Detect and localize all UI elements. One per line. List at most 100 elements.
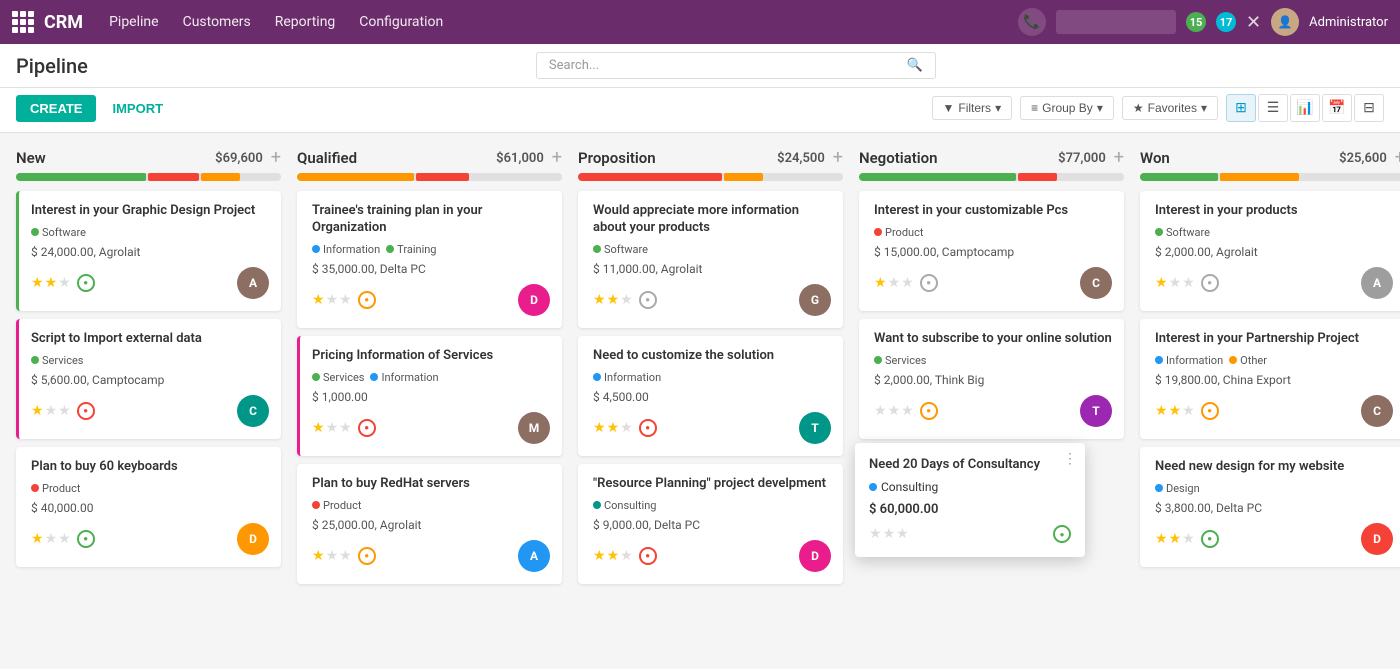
view-icons: ⊞ ☰ 📊 📅 ⊟	[1226, 94, 1384, 122]
star: ★	[45, 531, 58, 547]
chart-view-icon[interactable]: 📊	[1290, 94, 1320, 122]
card-tags: Product	[31, 482, 269, 495]
app-grid-icon[interactable]	[12, 11, 34, 33]
kanban-card[interactable]: Need to customize the solution Informati…	[578, 336, 843, 456]
kanban-card[interactable]: Plan to buy RedHat servers Product $ 25,…	[297, 464, 562, 584]
card-title: Trainee's training plan in your Organiza…	[312, 203, 550, 237]
star: ★	[874, 403, 887, 419]
col-add-qualified[interactable]: +	[552, 149, 562, 167]
tag-label: Information	[381, 371, 438, 384]
tag-label: Information	[604, 371, 661, 384]
tag-label: Product	[323, 499, 361, 512]
user-name[interactable]: Administrator	[1309, 15, 1388, 30]
kanban-card[interactable]: "Resource Planning" project develpment C…	[578, 464, 843, 584]
menu-pipeline[interactable]: Pipeline	[107, 10, 161, 34]
card-stars: ★★★	[593, 292, 633, 308]
search-box[interactable]: Search... 🔍	[536, 52, 936, 79]
kanban-card[interactable]: Script to Import external data Services …	[16, 319, 281, 439]
star: ★	[1155, 403, 1168, 419]
import-button[interactable]: IMPORT	[104, 95, 171, 122]
card-title: Interest in your products	[1155, 203, 1393, 220]
tag-label: Software	[604, 243, 648, 256]
favorites-button[interactable]: ★ Favorites ▾	[1122, 96, 1218, 120]
card-tag: Design	[1155, 482, 1200, 495]
card-stars: ★★★	[312, 548, 352, 564]
col-title-qualified: Qualified	[297, 149, 357, 167]
kanban-card[interactable]: Want to subscribe to your online solutio…	[859, 319, 1124, 439]
kanban-card[interactable]: Need new design for my website Design $ …	[1140, 447, 1400, 567]
card-tags: Consulting	[593, 499, 831, 512]
tag-dot	[31, 356, 39, 364]
card-tags: Services	[31, 354, 269, 367]
page-title: Pipeline	[16, 54, 88, 78]
tag-dot	[874, 228, 882, 236]
menu-customers[interactable]: Customers	[181, 10, 253, 34]
progress-bar-won	[1140, 173, 1400, 181]
kanban-view-icon[interactable]: ⊞	[1226, 94, 1256, 122]
progress-bar-qualified	[297, 173, 562, 181]
card-footer: ★★★ ● A	[312, 540, 550, 572]
close-icon[interactable]: ✕	[1246, 12, 1261, 33]
list-view-icon[interactable]: ☰	[1258, 94, 1288, 122]
card-title: Need to customize the solution	[593, 348, 831, 365]
notification-badge-1[interactable]: 15	[1186, 12, 1206, 32]
card-footer: ★★★ ● D	[31, 523, 269, 555]
kanban-card[interactable]: Plan to buy 60 keyboards Product $ 40,00…	[16, 447, 281, 567]
col-add-negotiation[interactable]: +	[1114, 149, 1124, 167]
priority-icon: ●	[1201, 530, 1219, 548]
card-amount: $ 25,000.00, Agrolait	[312, 518, 550, 532]
kanban-card[interactable]: Would appreciate more information about …	[578, 191, 843, 328]
popup-card-tag: Consulting	[869, 480, 1071, 494]
card-footer: ★★★ ● D	[1155, 523, 1393, 555]
col-add-new[interactable]: +	[271, 149, 281, 167]
col-amount-new: $69,600	[215, 151, 263, 166]
card-avatar: T	[1080, 395, 1112, 427]
col-header-new: New $69,600 +	[16, 149, 281, 167]
kanban-card[interactable]: Interest in your customizable Pcs Produc…	[859, 191, 1124, 311]
tag-dot	[874, 356, 882, 364]
card-title: Script to Import external data	[31, 331, 269, 348]
menu-reporting[interactable]: Reporting	[273, 10, 338, 34]
groupby-button[interactable]: ≡ Group By ▾	[1020, 96, 1114, 120]
filters-button[interactable]: ▼ Filters ▾	[932, 96, 1013, 120]
priority-icon: ●	[1201, 402, 1219, 420]
card-footer: ★★★ ● A	[31, 267, 269, 299]
calendar-view-icon[interactable]: 📅	[1322, 94, 1352, 122]
cards-container-qualified: Trainee's training plan in your Organiza…	[297, 191, 562, 584]
priority-icon: ●	[639, 419, 657, 437]
grid-view-icon[interactable]: ⊟	[1354, 94, 1384, 122]
notification-badge-2[interactable]: 17	[1216, 12, 1236, 32]
create-button[interactable]: CREATE	[16, 95, 96, 122]
menu-configuration[interactable]: Configuration	[357, 10, 445, 34]
star: ★	[620, 292, 633, 308]
kebab-menu-icon[interactable]: ⋮	[1063, 451, 1077, 467]
tag-dot	[1155, 356, 1163, 364]
popup-stars: ★ ★ ★	[869, 526, 909, 542]
popup-card-amount: $ 60,000.00	[869, 502, 1071, 517]
kanban-card[interactable]: Interest in your products Software $ 2,0…	[1140, 191, 1400, 311]
tag-label: Software	[1166, 226, 1210, 239]
card-stars: ★★★	[1155, 531, 1195, 547]
kanban-card[interactable]: Interest in your Partnership Project Inf…	[1140, 319, 1400, 439]
topnav-searchbar	[1056, 10, 1176, 34]
star: ★	[1182, 531, 1195, 547]
phone-icon[interactable]: 📞	[1018, 8, 1046, 36]
card-stars: ★★★	[593, 548, 633, 564]
kanban-card[interactable]: Pricing Information of Services Services…	[297, 336, 562, 456]
card-stars: ★★★	[312, 420, 352, 436]
card-stars: ★★★	[1155, 403, 1195, 419]
kanban-card[interactable]: Trainee's training plan in your Organiza…	[297, 191, 562, 328]
search-icon[interactable]: 🔍	[907, 58, 923, 73]
card-tags: Software	[31, 226, 269, 239]
col-title-proposition: Proposition	[578, 149, 656, 167]
col-add-won[interactable]: +	[1395, 149, 1400, 167]
user-avatar[interactable]: 👤	[1271, 8, 1299, 36]
progress-bar-new	[16, 173, 281, 181]
card-tags: Services Information	[312, 371, 550, 384]
card-footer: ★★★ ● G	[593, 284, 831, 316]
tag-label: Software	[42, 226, 86, 239]
app-logo[interactable]: CRM	[44, 12, 83, 33]
kanban-card[interactable]: Interest in your Graphic Design Project …	[16, 191, 281, 311]
col-add-proposition[interactable]: +	[833, 149, 843, 167]
star: ★	[312, 292, 325, 308]
